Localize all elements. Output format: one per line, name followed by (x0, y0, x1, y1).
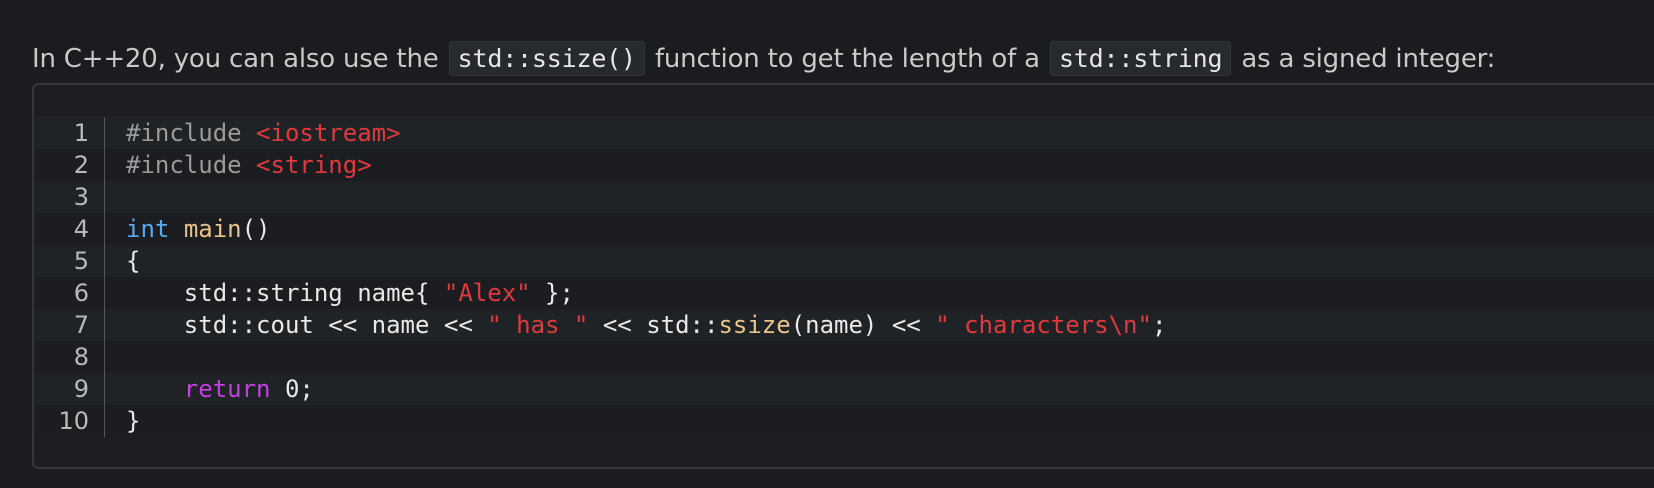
code-source: return 0; (126, 373, 314, 405)
code-token: << std:: (588, 311, 719, 339)
code-source: std::string name{ "Alex" }; (126, 277, 574, 309)
code-block[interactable]: 1 #include <iostream> 2 #include <string> 3 4… (32, 83, 1654, 469)
code-line: 4 int main() (34, 213, 1654, 245)
code-token: std::cout << name << (126, 311, 488, 339)
code-line: 3 (34, 181, 1654, 213)
line-number: 5 (73, 247, 89, 275)
intro-text-1: In C++20, you can also use the (32, 44, 447, 74)
code-source: std::cout << name << " has " << std::ssi… (126, 309, 1167, 341)
code-token: <string> (256, 151, 372, 179)
code-token: <iostream> (256, 119, 401, 147)
code-line: 6 std::string name{ "Alex" }; (34, 277, 1654, 309)
code-token: #include (126, 151, 257, 179)
code-token: () (241, 215, 271, 243)
code-token: "Alex" (443, 279, 531, 307)
line-number: 10 (58, 407, 89, 435)
code-token: 0 (284, 375, 300, 403)
code-line: 7 std::cout << name << " has " << std::s… (34, 309, 1654, 341)
line-number: 2 (73, 151, 89, 179)
code-token: " has " (487, 311, 589, 339)
line-number: 6 (73, 279, 89, 307)
code-lines: 1 #include <iostream> 2 #include <string> 3 4… (34, 117, 1654, 437)
intro-paragraph: In C++20, you can also use the std::ssiz… (32, 38, 1495, 80)
code-line: 2 #include <string> (34, 149, 1654, 181)
code-token: (name) << (790, 311, 936, 339)
code-token: main (183, 215, 242, 243)
line-number: 8 (73, 343, 89, 371)
code-token: " characters\n" (935, 311, 1152, 339)
line-number: 1 (73, 119, 89, 147)
code-token: ; (1151, 311, 1167, 339)
code-source: #include <string> (126, 149, 372, 181)
code-source: int main() (126, 213, 271, 245)
code-token: }; (530, 279, 574, 307)
code-token: #include (126, 119, 257, 147)
code-line: 1 #include <iostream> (34, 117, 1654, 149)
code-token: return (183, 375, 271, 403)
line-number: 7 (73, 311, 89, 339)
code-line: 8 (34, 341, 1654, 373)
code-token: ssize (718, 311, 791, 339)
gutter-divider (104, 117, 105, 437)
inline-code-ssize: std::ssize() (448, 41, 645, 76)
code-token: ; (299, 375, 314, 403)
code-source: #include <iostream> (126, 117, 401, 149)
code-source: { (126, 245, 140, 277)
code-line: 9 return 0; (34, 373, 1654, 405)
intro-text-3: as a signed integer: (1233, 44, 1496, 74)
code-line: 5{ (34, 245, 1654, 277)
line-number: 9 (73, 375, 89, 403)
line-number: 4 (73, 215, 89, 243)
code-line: 10} (34, 405, 1654, 437)
code-token: int (126, 215, 170, 243)
code-token: { (126, 247, 141, 275)
inline-code-string: std::string (1049, 41, 1232, 76)
code-token: std::string name{ (126, 279, 444, 307)
intro-text-2: function to get the length of a (646, 44, 1048, 74)
line-number: 3 (73, 183, 89, 211)
code-token: } (126, 407, 141, 435)
code-source: } (126, 405, 140, 437)
